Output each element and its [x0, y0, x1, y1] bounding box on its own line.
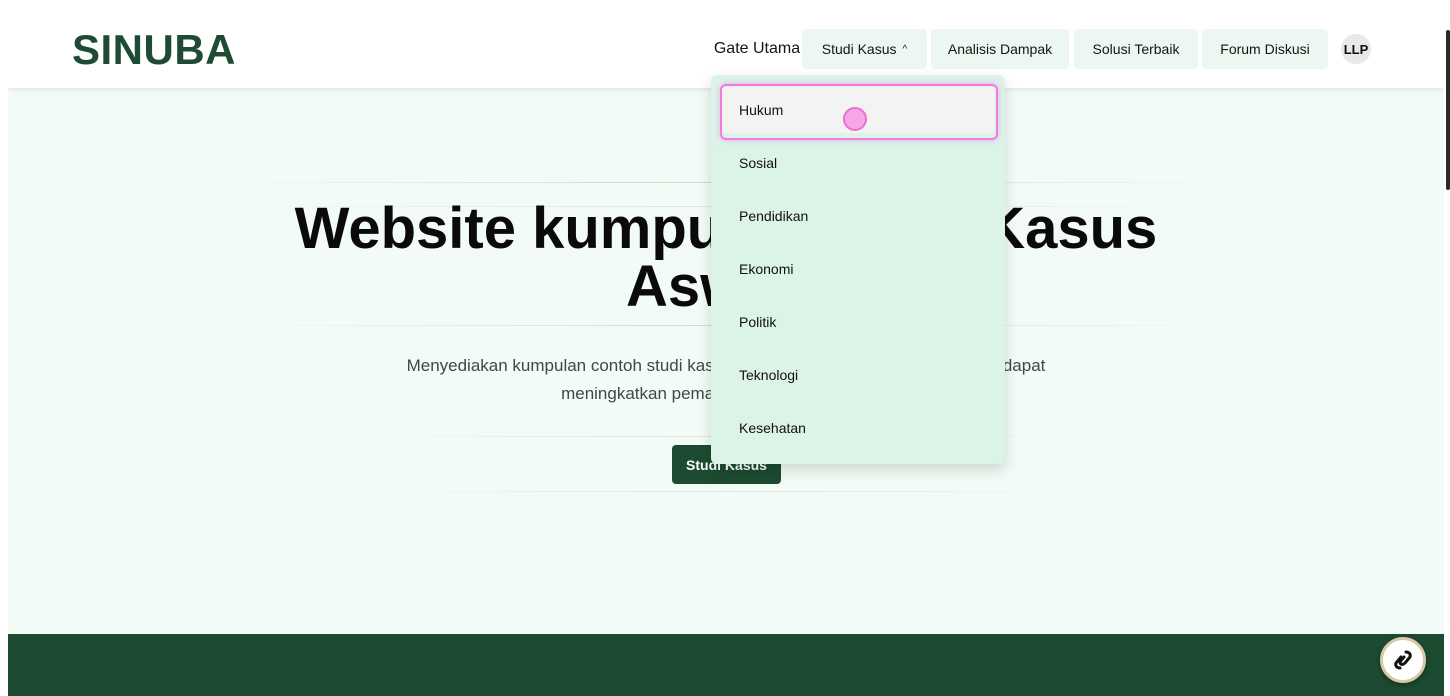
chat-button[interactable] [1380, 637, 1426, 683]
dropdown-item-politik[interactable]: Politik [721, 299, 995, 345]
avatar[interactable]: LLP [1341, 34, 1371, 64]
footer [8, 634, 1444, 696]
hero-divider [368, 491, 1088, 492]
scrollbar[interactable] [1446, 30, 1450, 190]
nav-forum-diskusi[interactable]: Forum Diskusi [1202, 29, 1328, 69]
dropdown-item-kesehatan[interactable]: Kesehatan [721, 405, 995, 451]
cursor-indicator [843, 107, 867, 131]
dropdown-item-ekonomi[interactable]: Ekonomi [721, 246, 995, 292]
nav-analisis-dampak[interactable]: Analisis Dampak [931, 29, 1069, 69]
brand-logo[interactable]: SINUBA [72, 26, 236, 74]
chevron-up-icon: ^ [902, 43, 908, 55]
nav-studi-kasus-label: Studi Kasus [821, 41, 897, 57]
dropdown-item-pendidikan[interactable]: Pendidikan [721, 193, 995, 239]
nav-solusi-terbaik[interactable]: Solusi Terbaik [1074, 29, 1198, 69]
dropdown-item-sosial[interactable]: Sosial [721, 140, 995, 186]
nav-studi-kasus[interactable]: Studi Kasus ^ [802, 29, 927, 69]
nav-gate-utama[interactable]: Gate Utama [708, 29, 806, 69]
dropdown-item-teknologi[interactable]: Teknologi [721, 352, 995, 398]
chat-bubble-icon [1394, 650, 1412, 670]
page: Website kumpulan Studi Kasus Aswaja Meny… [8, 0, 1444, 696]
